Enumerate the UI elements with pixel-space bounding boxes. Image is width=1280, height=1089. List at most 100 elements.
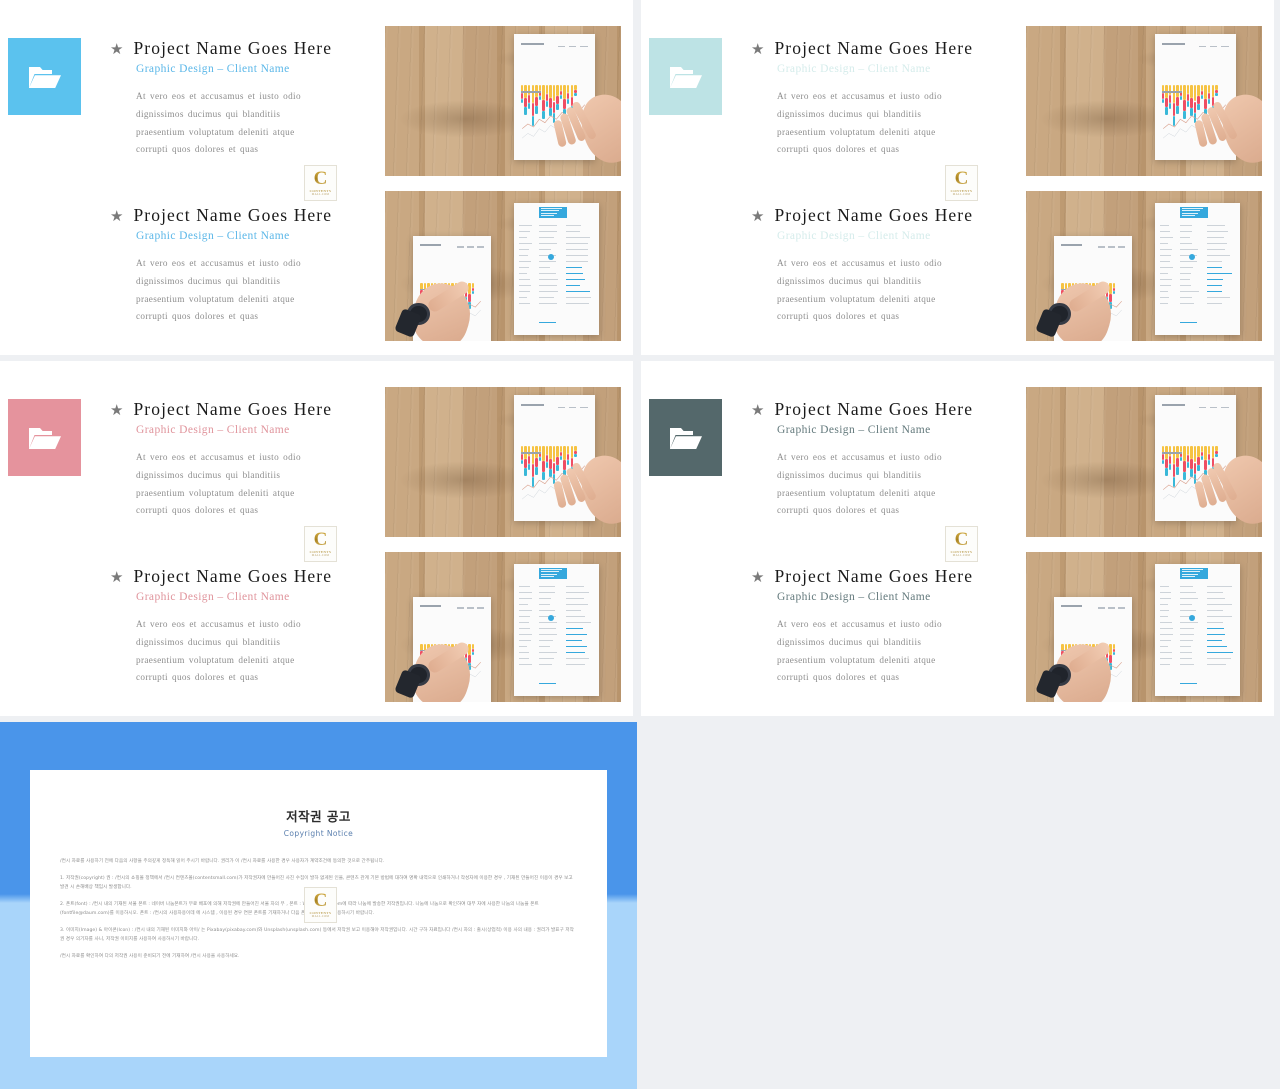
watermark-line2: MALL.COM: [312, 193, 329, 196]
frame-band-right: [607, 894, 637, 903]
project-subtitle: Graphic Design – Client Name: [777, 230, 981, 242]
copyright-paragraph: /컨시 자료를 사용하기 전에 다음의 사항을 주의깊게 정독해 읽어 주시기 …: [60, 858, 577, 866]
resume-document: [514, 203, 599, 335]
project-body: At vero eos et accusamus et iusto odio di…: [136, 449, 336, 520]
project-title: Project Name Goes Here: [774, 38, 973, 59]
slide-panel-4[interactable]: ★ Project Name Goes Here Graphic Design …: [641, 361, 1274, 716]
folder-icon-tile-1[interactable]: [8, 38, 81, 115]
project-title: Project Name Goes Here: [774, 566, 973, 587]
copyright-paragraph: 3. 이미지(Image) & 아이콘(Icon) : /컨시 내의 기재된 이…: [60, 927, 577, 944]
chart-document: [514, 34, 595, 160]
project-body: At vero eos et accusamus et iusto odio di…: [777, 255, 977, 326]
star-bullet-icon: ★: [751, 210, 764, 225]
chart-document: [1155, 34, 1236, 160]
project-subtitle: Graphic Design – Client Name: [136, 230, 340, 242]
project-subtitle: Graphic Design – Client Name: [777, 63, 981, 75]
project-body: At vero eos et accusamus et iusto odio di…: [777, 449, 977, 520]
project-title: Project Name Goes Here: [774, 205, 973, 226]
watermark-logo: C CONTENTS MALL.COM: [304, 165, 337, 201]
entry-header: ★ Project Name Goes Here: [110, 399, 340, 420]
open-folder-icon: [28, 64, 62, 90]
star-bullet-icon: ★: [751, 43, 764, 58]
watermark-line2: MALL.COM: [953, 554, 970, 557]
project-subtitle: Graphic Design – Client Name: [777, 591, 981, 603]
star-bullet-icon: ★: [751, 571, 764, 586]
project-title: Project Name Goes Here: [133, 38, 332, 59]
project-entry-1-2[interactable]: ★ Project Name Goes Here Graphic Design …: [110, 205, 340, 326]
slide-contact-sheet: ★ Project Name Goes Here Graphic Design …: [0, 0, 1280, 1089]
project-photo-2-2: [1026, 191, 1262, 341]
resume-badge-icon: [548, 615, 554, 621]
project-body: At vero eos et accusamus et iusto odio di…: [777, 88, 977, 159]
project-photo-3-2: [385, 552, 621, 702]
watermark-letter: C: [314, 170, 328, 188]
project-body: At vero eos et accusamus et iusto odio di…: [136, 88, 336, 159]
watermark-line1: CONTENTS: [310, 911, 332, 915]
watermark-line1: CONTENTS: [951, 189, 973, 193]
star-bullet-icon: ★: [751, 404, 764, 419]
slide-panel-3[interactable]: ★ Project Name Goes Here Graphic Design …: [0, 361, 633, 716]
project-photo-1-2: [385, 191, 621, 341]
project-subtitle: Graphic Design – Client Name: [136, 63, 340, 75]
open-folder-icon: [669, 425, 703, 451]
watermark-line2: MALL.COM: [953, 193, 970, 196]
resume-document: [1155, 564, 1240, 696]
watermark-line1: CONTENTS: [310, 550, 332, 554]
project-subtitle: Graphic Design – Client Name: [136, 424, 340, 436]
project-entry-1-1[interactable]: ★ Project Name Goes Here Graphic Design …: [110, 38, 340, 159]
project-entry-3-1[interactable]: ★ Project Name Goes Here Graphic Design …: [110, 399, 340, 520]
folder-icon-tile-4[interactable]: [649, 399, 722, 476]
copyright-paragraph: /컨시 자료를 확인하여 다의 저작권 사용이 준비되기 전에 기재하여 /컨시…: [60, 953, 577, 961]
watermark-letter: C: [314, 892, 328, 910]
project-subtitle: Graphic Design – Client Name: [136, 591, 340, 603]
project-body: At vero eos et accusamus et iusto odio di…: [136, 616, 336, 687]
frame-band-left: [0, 894, 30, 903]
project-photo-3-1: [385, 387, 621, 537]
entry-header: ★ Project Name Goes Here: [751, 205, 981, 226]
project-photo-2-1: [1026, 26, 1262, 176]
copyright-subtitle: Copyright Notice: [30, 829, 607, 838]
project-entry-2-1[interactable]: ★ Project Name Goes Here Graphic Design …: [751, 38, 981, 159]
slide-panel-1[interactable]: ★ Project Name Goes Here Graphic Design …: [0, 0, 633, 355]
project-title: Project Name Goes Here: [774, 399, 973, 420]
copyright-notice-slide[interactable]: 저작권 공고 Copyright Notice /컨시 자료를 사용하기 전에 …: [0, 722, 637, 1089]
star-bullet-icon: ★: [110, 571, 123, 586]
project-title: Project Name Goes Here: [133, 399, 332, 420]
project-photo-4-2: [1026, 552, 1262, 702]
project-entry-2-2[interactable]: ★ Project Name Goes Here Graphic Design …: [751, 205, 981, 326]
project-subtitle: Graphic Design – Client Name: [777, 424, 981, 436]
open-folder-icon: [669, 64, 703, 90]
watermark-logo: C CONTENTS MALL.COM: [945, 165, 978, 201]
project-photo-1-1: [385, 26, 621, 176]
resume-document: [1155, 203, 1240, 335]
project-body: At vero eos et accusamus et iusto odio di…: [777, 616, 977, 687]
entry-header: ★ Project Name Goes Here: [751, 399, 981, 420]
project-title: Project Name Goes Here: [133, 205, 332, 226]
resume-badge-icon: [548, 254, 554, 260]
watermark-logo: C CONTENTS MALL.COM: [304, 526, 337, 562]
star-bullet-icon: ★: [110, 210, 123, 225]
resume-document: [514, 564, 599, 696]
entry-header: ★ Project Name Goes Here: [110, 38, 340, 59]
watermark-logo: C CONTENTS MALL.COM: [945, 526, 978, 562]
resume-badge-icon: [1189, 615, 1195, 621]
slide-panel-2[interactable]: ★ Project Name Goes Here Graphic Design …: [641, 0, 1274, 355]
watermark-letter: C: [955, 170, 969, 188]
watermark-line2: MALL.COM: [312, 554, 329, 557]
watermark-line2: MALL.COM: [312, 915, 329, 918]
entry-header: ★ Project Name Goes Here: [751, 566, 981, 587]
project-entry-4-1[interactable]: ★ Project Name Goes Here Graphic Design …: [751, 399, 981, 520]
watermark-letter: C: [955, 531, 969, 549]
project-entry-3-2[interactable]: ★ Project Name Goes Here Graphic Design …: [110, 566, 340, 687]
watermark-line1: CONTENTS: [310, 189, 332, 193]
project-entry-4-2[interactable]: ★ Project Name Goes Here Graphic Design …: [751, 566, 981, 687]
project-photo-4-1: [1026, 387, 1262, 537]
watermark-logo: C CONTENTS MALL.COM: [304, 887, 337, 923]
folder-icon-tile-2[interactable]: [649, 38, 722, 115]
entry-header: ★ Project Name Goes Here: [110, 566, 340, 587]
entry-header: ★ Project Name Goes Here: [110, 205, 340, 226]
resume-badge-icon: [1189, 254, 1195, 260]
star-bullet-icon: ★: [110, 404, 123, 419]
chart-document: [514, 395, 595, 521]
folder-icon-tile-3[interactable]: [8, 399, 81, 476]
